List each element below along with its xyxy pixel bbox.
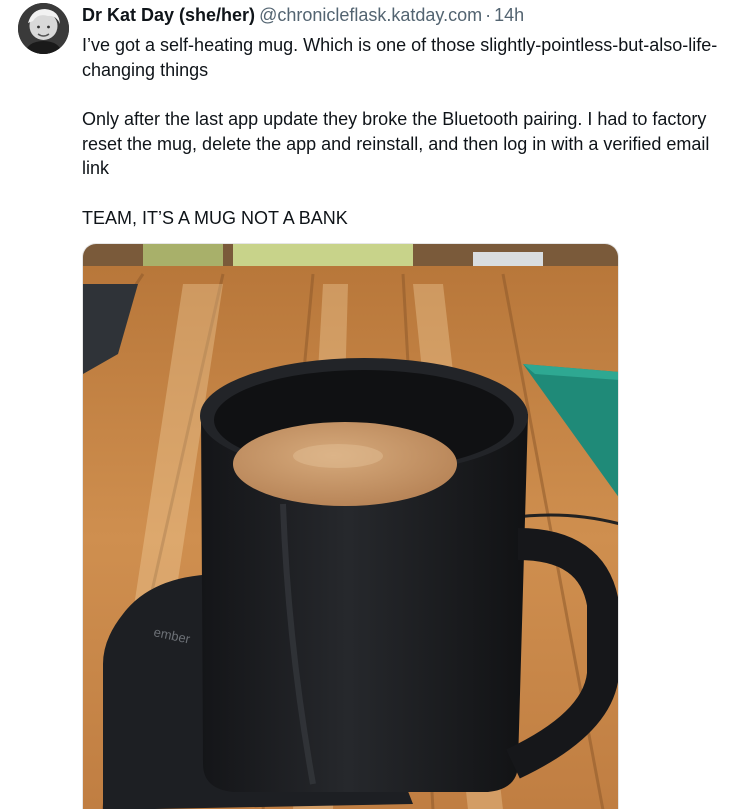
author-avatar[interactable] [18, 3, 69, 54]
post-timestamp[interactable]: 14h [494, 5, 524, 25]
post-body: I’ve got a self-heating mug. Which is on… [82, 33, 727, 230]
header-separator: · [485, 5, 492, 25]
post-paragraph: Only after the last app update they brok… [82, 109, 710, 178]
post-paragraph: I’ve got a self-heating mug. Which is on… [82, 35, 718, 80]
post: Dr Kat Day (she/her) @chronicleflask.katd… [0, 0, 751, 809]
mug-photo: ember [83, 244, 618, 809]
post-image[interactable]: ember [82, 243, 619, 809]
author-display-name[interactable]: Dr Kat Day (she/her) [82, 5, 255, 25]
post-paragraph: TEAM, IT’S A MUG NOT A BANK [82, 207, 348, 228]
avatar-photo-icon [18, 3, 69, 54]
post-header: Dr Kat Day (she/her) @chronicleflask.katd… [82, 4, 524, 26]
author-handle[interactable]: @chronicleflask.katday.com [259, 5, 482, 25]
